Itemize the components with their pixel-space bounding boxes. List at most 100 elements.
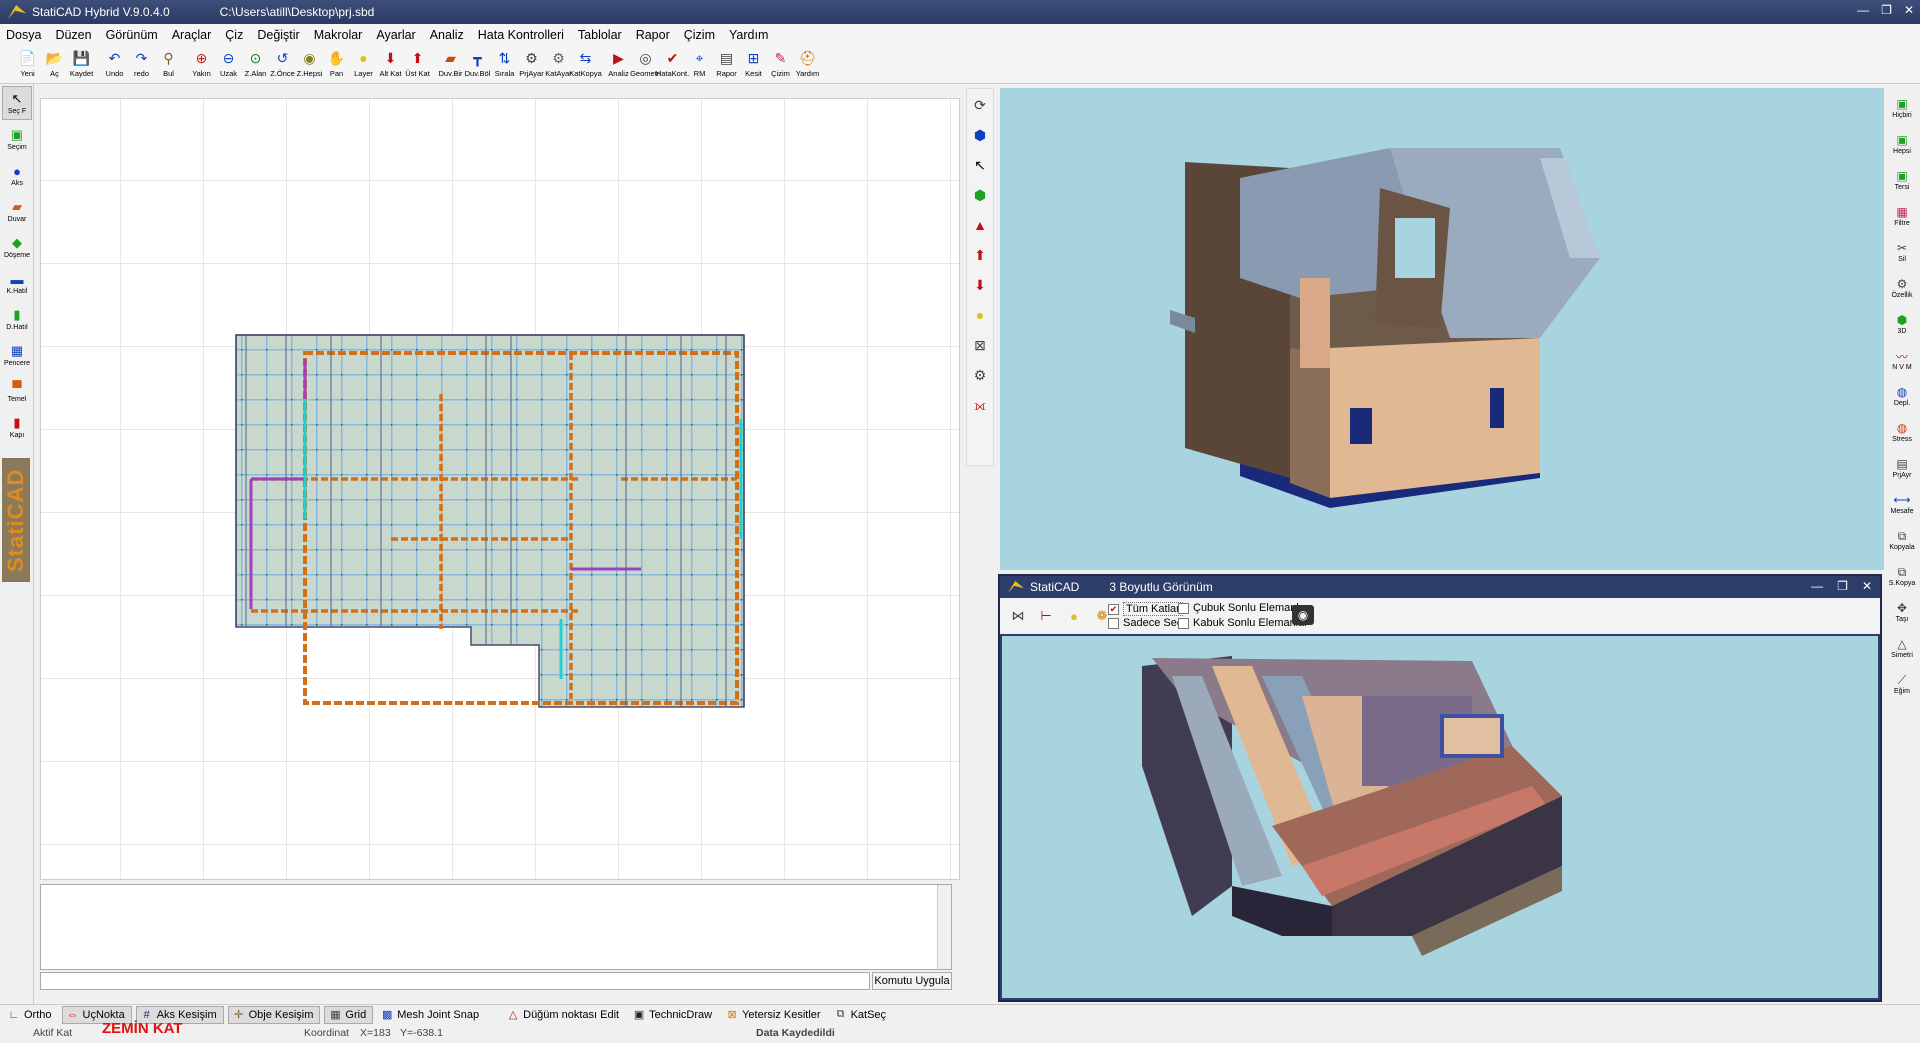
- toolbar-button[interactable]: ⊖ Uzak: [215, 46, 242, 84]
- left-tool-button[interactable]: ▮ D.Hatıl: [2, 302, 32, 336]
- toolbar-button[interactable]: 💾 Kaydet: [68, 46, 95, 84]
- shell-elements-check-box[interactable]: [1178, 617, 1189, 629]
- toolbar-button[interactable]: ⊙ Z.Alan: [242, 46, 269, 84]
- reset-view-icon[interactable]: ⬢: [968, 182, 992, 208]
- right-tool-button[interactable]: ⟋ Eğim: [1886, 667, 1918, 700]
- toolbar-button[interactable]: 📄 Yeni: [14, 46, 41, 84]
- plan-view-canvas[interactable]: [40, 98, 960, 880]
- right-tool-button[interactable]: ⬢ 3D: [1886, 307, 1918, 340]
- arrow-up-icon[interactable]: ⬆: [968, 242, 992, 268]
- menu-item[interactable]: Tablolar: [578, 28, 622, 42]
- snap-toggle[interactable]: ∟ Ortho: [4, 1006, 58, 1024]
- snap-toggle[interactable]: ▣ TechnicDraw: [629, 1006, 718, 1024]
- floor-up-icon[interactable]: ▲: [968, 212, 992, 238]
- snap-toggle[interactable]: △ Düğüm noktası Edit: [503, 1006, 625, 1024]
- toolbar-button[interactable]: ↷ redo: [128, 46, 155, 84]
- apply-command-button[interactable]: Komutu Uygula: [872, 972, 952, 990]
- toolbar-button[interactable]: ↶ Undo: [101, 46, 128, 84]
- light-bulb-icon[interactable]: ●: [968, 302, 992, 328]
- right-tool-button[interactable]: △ Simetri: [1886, 631, 1918, 664]
- left-tool-button[interactable]: ↖ Seç F: [2, 86, 32, 120]
- toolbar-button[interactable]: ▤ Rapor: [713, 46, 740, 84]
- left-tool-button[interactable]: ▮ Kapı: [2, 410, 32, 444]
- left-tool-button[interactable]: ▣ Seçim: [2, 122, 32, 156]
- right-tool-button[interactable]: ✥ Taşı: [1886, 595, 1918, 628]
- toolbar-button[interactable]: ⚙ KatAyar: [545, 46, 572, 84]
- toolbar-button[interactable]: ⊞ Kesit: [740, 46, 767, 84]
- restore-button[interactable]: ❐: [1881, 3, 1892, 17]
- snap-toggle[interactable]: ⧉ KatSeç: [831, 1006, 892, 1024]
- all-floors-check-box[interactable]: ✔: [1108, 603, 1119, 615]
- snap-toggle[interactable]: ▦ Grid: [324, 1005, 374, 1024]
- subwindow-maximize-button[interactable]: ❐: [1837, 579, 1848, 593]
- pointer-icon[interactable]: ↖: [968, 152, 992, 178]
- menu-item[interactable]: Araçlar: [172, 28, 212, 42]
- left-tool-button[interactable]: ▬ K.Hatıl: [2, 266, 32, 300]
- menu-item[interactable]: Dosya: [6, 28, 41, 42]
- subwindow-close-button[interactable]: ✕: [1862, 579, 1872, 593]
- toolbar-button[interactable]: ⇅ Sırala: [491, 46, 518, 84]
- minimize-button[interactable]: —: [1857, 3, 1869, 17]
- toolbar-button[interactable]: ◎ Geometri: [630, 46, 661, 84]
- left-tool-button[interactable]: ▰ Duvar: [2, 194, 32, 228]
- right-tool-button[interactable]: ▦ Filtre: [1886, 199, 1918, 232]
- main-3d-view[interactable]: [1000, 88, 1884, 570]
- measure-icon[interactable]: ⟗: [968, 392, 992, 418]
- left-tool-button[interactable]: ● Aks: [2, 158, 32, 192]
- frame-elements-check-box[interactable]: [1178, 602, 1189, 614]
- right-tool-button[interactable]: ⧉ S.Kopya: [1886, 559, 1918, 592]
- toolbar-button[interactable]: ⬆ Üst Kat: [404, 46, 431, 84]
- menu-item[interactable]: Görünüm: [106, 28, 158, 42]
- right-tool-button[interactable]: ⧉ Kopyala: [1886, 523, 1918, 556]
- menu-item[interactable]: Yardım: [729, 28, 768, 42]
- menu-item[interactable]: Hata Kontrolleri: [478, 28, 564, 42]
- toolbar-button[interactable]: ● Layer: [350, 46, 377, 84]
- light-icon[interactable]: ●: [1064, 606, 1084, 626]
- view-cube-icon[interactable]: ⬢: [968, 122, 992, 148]
- subwindow-minimize-button[interactable]: —: [1811, 579, 1823, 593]
- right-tool-button[interactable]: ⚙ Özellik: [1886, 271, 1918, 304]
- secondary-3d-view[interactable]: [1002, 636, 1878, 998]
- toolbar-button[interactable]: ◉ Z.Hepsi: [296, 46, 323, 84]
- section-cut-icon[interactable]: ⊢: [1036, 606, 1056, 626]
- axis-view-icon[interactable]: ⋈: [1008, 606, 1028, 626]
- menu-item[interactable]: Değiştir: [257, 28, 299, 42]
- menu-item[interactable]: Rapor: [636, 28, 670, 42]
- toolbar-button[interactable]: ⇆ KatKopya: [569, 46, 602, 84]
- toolbar-button[interactable]: ▰ Duv.Bir: [437, 46, 464, 84]
- right-tool-button[interactable]: ✂ Sil: [1886, 235, 1918, 268]
- cut-plane-icon[interactable]: ⊠: [968, 332, 992, 358]
- right-tool-button[interactable]: ⟷ Mesafe: [1886, 487, 1918, 520]
- toolbar-button[interactable]: ┳ Duv.Böl: [464, 46, 491, 84]
- toolbar-button[interactable]: ⛑ Yardım: [794, 46, 821, 84]
- toolbar-button[interactable]: 📂 Aç: [41, 46, 68, 84]
- menu-item[interactable]: Makrolar: [314, 28, 363, 42]
- left-tool-button[interactable]: ◆ Döşeme: [2, 230, 32, 264]
- toolbar-button[interactable]: ↺ Z.Önce: [269, 46, 296, 84]
- toolbar-button[interactable]: ⬇ Alt Kat: [377, 46, 404, 84]
- right-tool-button[interactable]: ▤ PrjAyr: [1886, 451, 1918, 484]
- toolbar-button[interactable]: ✋ Pan: [323, 46, 350, 84]
- settings-gear-icon[interactable]: ⚙: [968, 362, 992, 388]
- toolbar-button[interactable]: ✔ HataKont.: [656, 46, 689, 84]
- snap-toggle[interactable]: ▩ Mesh Joint Snap: [377, 1006, 485, 1024]
- only-selected-check-box[interactable]: [1108, 617, 1119, 629]
- menu-item[interactable]: Ayarlar: [376, 28, 415, 42]
- rotate-icon[interactable]: ⟳: [968, 92, 992, 118]
- left-tool-button[interactable]: ▀ Temel: [2, 374, 32, 408]
- right-tool-button[interactable]: ▣ Hiçbiri: [1886, 91, 1918, 124]
- close-button[interactable]: ✕: [1904, 3, 1914, 17]
- toolbar-button[interactable]: ⚙ PrjAyar: [518, 46, 545, 84]
- right-tool-button[interactable]: ◍ Depl.: [1886, 379, 1918, 412]
- plan-drawing[interactable]: [41, 99, 960, 880]
- toolbar-button[interactable]: ⊕ Yakın: [188, 46, 215, 84]
- toolbar-button[interactable]: ▶ Analiz: [605, 46, 632, 84]
- camera-icon[interactable]: ◉: [1292, 605, 1314, 625]
- toolbar-button[interactable]: ⚲ Bul: [155, 46, 182, 84]
- menu-item[interactable]: Çiz: [225, 28, 243, 42]
- all-floors-checkbox[interactable]: ✔ Tüm Katlar: [1108, 602, 1183, 616]
- shell-elements-checkbox[interactable]: Kabuk Sonlu Elemanlar: [1178, 617, 1308, 629]
- command-scrollbar[interactable]: [937, 885, 951, 969]
- right-tool-button[interactable]: ▣ Tersi: [1886, 163, 1918, 196]
- toolbar-button[interactable]: ⌖ RM: [686, 46, 713, 84]
